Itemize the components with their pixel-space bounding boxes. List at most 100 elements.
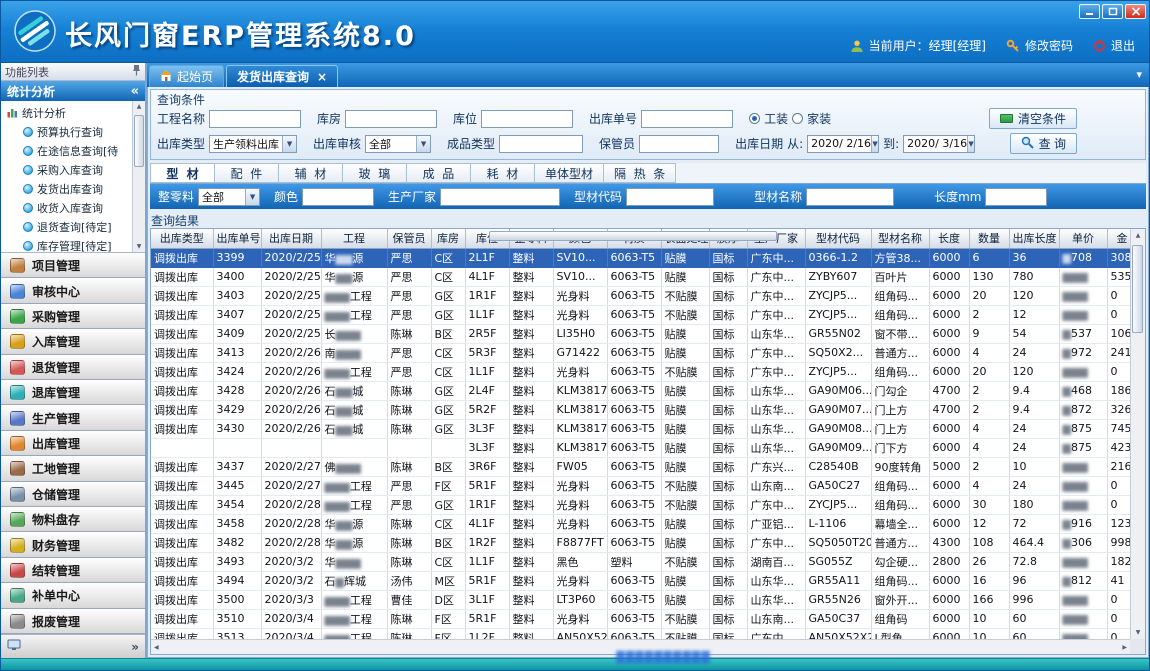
- tab-close-icon[interactable]: ×: [317, 70, 327, 84]
- tab-home[interactable]: 起始页: [149, 65, 224, 87]
- tree-item[interactable]: 库存管理[待定]: [3, 236, 131, 253]
- material-tab[interactable]: 玻 璃: [342, 163, 406, 183]
- radio-gongzhuang[interactable]: [749, 113, 760, 124]
- table-row[interactable]: 调拨出库34242020/2/26▆▆▆工程严思C区1L1F整料光身料6063-…: [151, 362, 1130, 381]
- scroll-up-icon[interactable]: ▲: [137, 103, 142, 110]
- project-name-input[interactable]: [209, 110, 301, 128]
- material-tab[interactable]: 配 件: [214, 163, 278, 183]
- material-tab[interactable]: 成 品: [406, 163, 470, 183]
- table-row[interactable]: 调拨出库34942020/3/2石▆辉城汤伟M区5R1F整料光身料6063-T5…: [151, 571, 1130, 590]
- color-input[interactable]: [302, 188, 374, 206]
- material-tab[interactable]: 型 材: [150, 163, 214, 183]
- module-inbound[interactable]: 入库管理: [1, 329, 145, 354]
- radio-gongzhuang-label[interactable]: 工装: [764, 110, 788, 127]
- table-row[interactable]: 调拨出库34292020/2/26石▆▆城陈琳G区5R2F整料KLM381760…: [151, 400, 1130, 419]
- table-row[interactable]: 调拨出库34092020/2/25长▆▆▆陈琳B区2R5F整料LI35H0606…: [151, 324, 1130, 343]
- table-row[interactable]: 调拨出库34282020/2/26石▆▆城陈琳G区2L4F整料KLM381760…: [151, 381, 1130, 400]
- table-row[interactable]: 调拨出库34932020/3/2华▆▆▆陈琳C区1L1F整料黑色塑料不贴膜国标湖…: [151, 552, 1130, 571]
- clear-conditions-button[interactable]: 清空条件: [989, 108, 1077, 129]
- column-header[interactable]: 出库日期: [261, 229, 321, 248]
- table-row[interactable]: 调拨出库34302020/2/26石▆▆城陈琳G区3L3F整料KLM381760…: [151, 419, 1130, 438]
- radio-jiazhuang[interactable]: [792, 113, 803, 124]
- scroll-thumb[interactable]: [134, 115, 144, 167]
- tab-list-dropdown-icon[interactable]: ▾: [1136, 68, 1142, 81]
- table-row[interactable]: 调拨出库34582020/2/28华▆▆源陈琳C区4L1F整料光身料6063-T…: [151, 514, 1130, 533]
- module-supplement[interactable]: 补单中心: [1, 583, 145, 608]
- table-row[interactable]: 3L3F整料KLM38176063-T5贴膜国标山东华...GA90M09...…: [151, 438, 1130, 457]
- profile-name-input[interactable]: [806, 188, 894, 206]
- scroll-down-icon[interactable]: ▼: [137, 243, 142, 250]
- tree-item[interactable]: 退货查询[待定]: [3, 217, 131, 236]
- scroll-right-icon[interactable]: ▶: [1122, 644, 1127, 651]
- column-header[interactable]: 数量: [969, 229, 1009, 248]
- tree-root-statistics[interactable]: 统计分析: [3, 103, 131, 122]
- tree-scrollbar[interactable]: ▲ ▼: [132, 101, 145, 252]
- sidebar-section-header[interactable]: 统计分析 «: [1, 81, 145, 101]
- module-carryover[interactable]: 结转管理: [1, 558, 145, 583]
- module-project[interactable]: 项目管理: [1, 253, 145, 278]
- module-stocktake[interactable]: 物料盘存: [1, 507, 145, 532]
- minimize-button[interactable]: [1079, 4, 1100, 19]
- table-row[interactable]: 调拨出库34542020/2/28▆▆▆工程严思G区1R1F整料光身料6063-…: [151, 495, 1130, 514]
- module-site[interactable]: 工地管理: [1, 456, 145, 481]
- module-outbound[interactable]: 出库管理: [1, 431, 145, 456]
- column-header[interactable]: 长度: [929, 229, 969, 248]
- search-button[interactable]: 查 询: [1010, 133, 1077, 154]
- tree-item[interactable]: 收货入库查询: [3, 198, 131, 217]
- column-header[interactable]: 型材代码: [805, 229, 871, 248]
- material-tab[interactable]: 单体型材: [534, 163, 603, 183]
- module-production[interactable]: 生产管理: [1, 405, 145, 430]
- column-header[interactable]: 库房: [431, 229, 465, 248]
- table-row[interactable]: 调拨出库34072020/2/25▆▆▆工程严思G区1L1F整料光身料6063-…: [151, 305, 1130, 324]
- table-row[interactable]: 调拨出库34032020/2/25▆▆▆工程严思G区1R1F整料光身料6063-…: [151, 286, 1130, 305]
- table-row[interactable]: 调拨出库34132020/2/26南▆▆▆严思C区5R3F整料G71422606…: [151, 343, 1130, 362]
- horizontal-scroll-thumb[interactable]: [489, 231, 777, 241]
- table-row[interactable]: 调拨出库35102020/3/4▆▆▆工程陈琳F区5R1F整料光身料6063-T…: [151, 609, 1130, 628]
- material-tab[interactable]: 隔 热 条: [603, 163, 676, 183]
- date-to-select[interactable]: 2020/ 3/16▼: [903, 135, 975, 153]
- logout-link[interactable]: 退出: [1111, 37, 1135, 54]
- audit-select[interactable]: 全部▼: [365, 135, 431, 153]
- scroll-up-icon[interactable]: ▲: [1136, 232, 1141, 239]
- manufacturer-input[interactable]: [440, 188, 560, 206]
- collapse-icon[interactable]: «: [131, 84, 139, 99]
- scroll-left-icon[interactable]: ◀: [154, 644, 159, 651]
- warehouse-input[interactable]: [345, 110, 437, 128]
- table-row[interactable]: 调拨出库34372020/2/27佛▆▆▆陈琳B区3R6F整料FW056063-…: [151, 457, 1130, 476]
- column-header[interactable]: 出库类型: [151, 229, 213, 248]
- column-header[interactable]: 工程: [321, 229, 387, 248]
- column-header[interactable]: 出库单号: [213, 229, 261, 248]
- whole-piece-select[interactable]: 全部▼: [198, 188, 260, 206]
- profile-code-input[interactable]: [626, 188, 714, 206]
- radio-jiazhuang-label[interactable]: 家装: [807, 110, 831, 127]
- table-row[interactable]: 调拨出库35132020/3/4▆▆▆工程陈琳F区1L2F整料AN50X5260…: [151, 628, 1130, 639]
- location-input[interactable]: [481, 110, 573, 128]
- module-return-goods[interactable]: 退货管理: [1, 355, 145, 380]
- close-button[interactable]: [1125, 4, 1146, 19]
- length-input[interactable]: [985, 188, 1047, 206]
- material-tab[interactable]: 辅 材: [278, 163, 342, 183]
- table-row[interactable]: 调拨出库35002020/3/3▆▆▆工程曹佳D区3L1F整料LT3P60606…: [151, 590, 1130, 609]
- computer-icon[interactable]: [7, 639, 21, 654]
- tree-item[interactable]: 采购入库查询: [3, 160, 131, 179]
- vertical-scroll-thumb[interactable]: [1132, 245, 1143, 333]
- tree-item[interactable]: 预算执行查询: [3, 122, 131, 141]
- column-header[interactable]: 金: [1107, 229, 1130, 248]
- module-warehouse[interactable]: 仓储管理: [1, 482, 145, 507]
- module-finance[interactable]: 财务管理: [1, 532, 145, 557]
- table-row[interactable]: 调拨出库34002020/2/25华▆▆源严思C区4L1F整料SV10...60…: [151, 267, 1130, 286]
- maximize-button[interactable]: [1102, 4, 1123, 19]
- column-header[interactable]: 单价: [1059, 229, 1107, 248]
- product-type-input[interactable]: [499, 135, 583, 153]
- keeper-input[interactable]: [639, 135, 719, 153]
- scroll-down-icon[interactable]: ▼: [1136, 629, 1141, 636]
- material-tab[interactable]: 耗 材: [470, 163, 534, 183]
- tree-item[interactable]: 发货出库查询: [3, 179, 131, 198]
- table-row[interactable]: 调拨出库34822020/2/28华▆▆源陈琳B区1R2F整料F8877FT60…: [151, 533, 1130, 552]
- more-buttons-chevron[interactable]: »: [131, 640, 139, 654]
- module-return-store[interactable]: 退库管理: [1, 380, 145, 405]
- column-header[interactable]: 出库长度: [1009, 229, 1059, 248]
- module-audit[interactable]: 审核中心: [1, 278, 145, 303]
- tree-item[interactable]: 在途信息查询[待: [3, 141, 131, 160]
- column-header[interactable]: 型材名称: [871, 229, 929, 248]
